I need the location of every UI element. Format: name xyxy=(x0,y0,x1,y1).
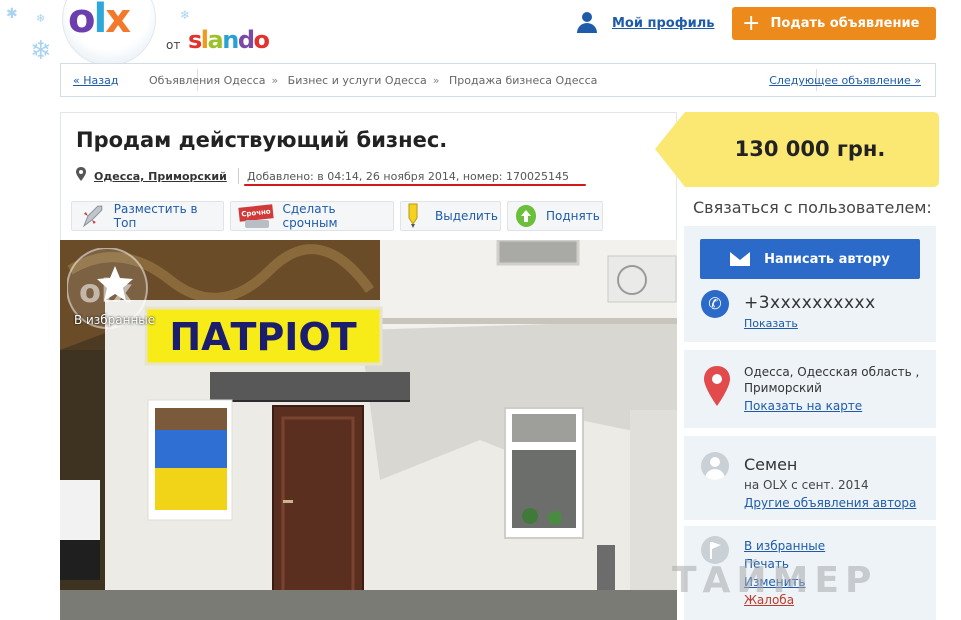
highlight-label: Выделить xyxy=(435,209,498,223)
profile-label: Мой профиль xyxy=(612,15,715,31)
svg-text:olx: olx xyxy=(79,272,133,310)
promote-top-button[interactable]: Разместить в Топ xyxy=(71,201,224,231)
show-map-link[interactable]: Показать на карте xyxy=(744,399,862,413)
lift-up-button[interactable]: Поднять xyxy=(507,201,603,231)
snowflake-icon: ❄ xyxy=(36,12,46,25)
next-listing-link[interactable]: Следующее объявление » xyxy=(769,74,921,87)
snowflake-icon: ❄ xyxy=(30,36,52,66)
make-urgent-button[interactable]: Срочно Сделать срочным xyxy=(230,201,394,231)
shop-sign-text: ПАТРІОТ xyxy=(169,315,356,359)
divider xyxy=(238,168,239,184)
highlight-underline xyxy=(244,184,586,186)
write-author-button[interactable]: Написать автору xyxy=(700,239,920,279)
highlight-button[interactable]: Выделить xyxy=(400,201,501,231)
breadcrumb-item[interactable]: Бизнес и услуги Одесса xyxy=(288,74,427,87)
seller-address: Одесса, Одесская область , Приморский xyxy=(744,365,920,395)
listing-title: Продам действующий бизнес. xyxy=(76,128,448,152)
other-ads-link[interactable]: Другие объявления автора xyxy=(744,496,916,510)
seller-name: Семен xyxy=(744,455,798,474)
listing-added-info: Добавлено: в 04:14, 26 ноября 2014, номе… xyxy=(247,170,569,183)
add-to-favorites-link[interactable]: В избранные xyxy=(744,537,825,555)
lift-up-label: Поднять xyxy=(546,209,600,223)
plus-icon: + xyxy=(742,10,761,36)
breadcrumb-item[interactable]: Продажа бизнеса Одесса xyxy=(449,74,597,87)
phone-icon: ✆ xyxy=(701,290,729,318)
snowflake-icon: ✱ xyxy=(6,6,18,22)
highlighter-icon xyxy=(408,203,418,228)
back-link[interactable]: « Назад xyxy=(73,74,118,87)
location-pin-icon xyxy=(76,167,86,181)
promote-top-label: Разместить в Топ xyxy=(113,202,198,230)
urgent-stamp-icon: Срочно xyxy=(237,202,276,230)
listing-location[interactable]: Одесса, Приморский xyxy=(94,170,227,183)
logo-primary: olx xyxy=(68,0,131,42)
show-phone-link[interactable]: Показать xyxy=(744,317,798,330)
post-ad-button[interactable]: + Подать объявление xyxy=(732,7,936,40)
favorite-overlay-label[interactable]: В избранные xyxy=(74,313,155,327)
snowflake-icon: ❄ xyxy=(180,8,191,22)
breadcrumb: « Назад Объявления Одесса » Бизнес и услу… xyxy=(60,63,936,97)
contact-heading: Связаться с пользователем: xyxy=(693,198,932,217)
rocket-icon xyxy=(81,205,103,228)
post-ad-label: Подать объявление xyxy=(770,16,920,31)
logo-from-text: от xyxy=(166,38,181,52)
watermark: ТАЙМЕР xyxy=(672,560,878,601)
envelope-icon xyxy=(730,252,751,266)
my-profile-link[interactable]: Мой профиль xyxy=(576,12,714,34)
make-urgent-label: Сделать срочным xyxy=(282,202,338,230)
avatar xyxy=(701,452,729,480)
breadcrumb-separator: » xyxy=(271,74,279,87)
map-pin-icon xyxy=(704,366,730,406)
slando-logo[interactable]: slando xyxy=(188,26,270,54)
write-author-label: Написать автору xyxy=(764,251,890,267)
seller-since: на OLX с сент. 2014 xyxy=(744,478,869,492)
phone-number: +3xxxxxxxxxx xyxy=(744,293,876,313)
listing-price: 130 000 грн. xyxy=(734,137,886,161)
breadcrumb-item[interactable]: Объявления Одесса xyxy=(149,74,265,87)
user-icon xyxy=(576,12,598,34)
olx-logo[interactable]: olx xyxy=(62,0,157,66)
breadcrumb-separator: » xyxy=(432,74,440,87)
lift-up-icon xyxy=(516,205,536,227)
